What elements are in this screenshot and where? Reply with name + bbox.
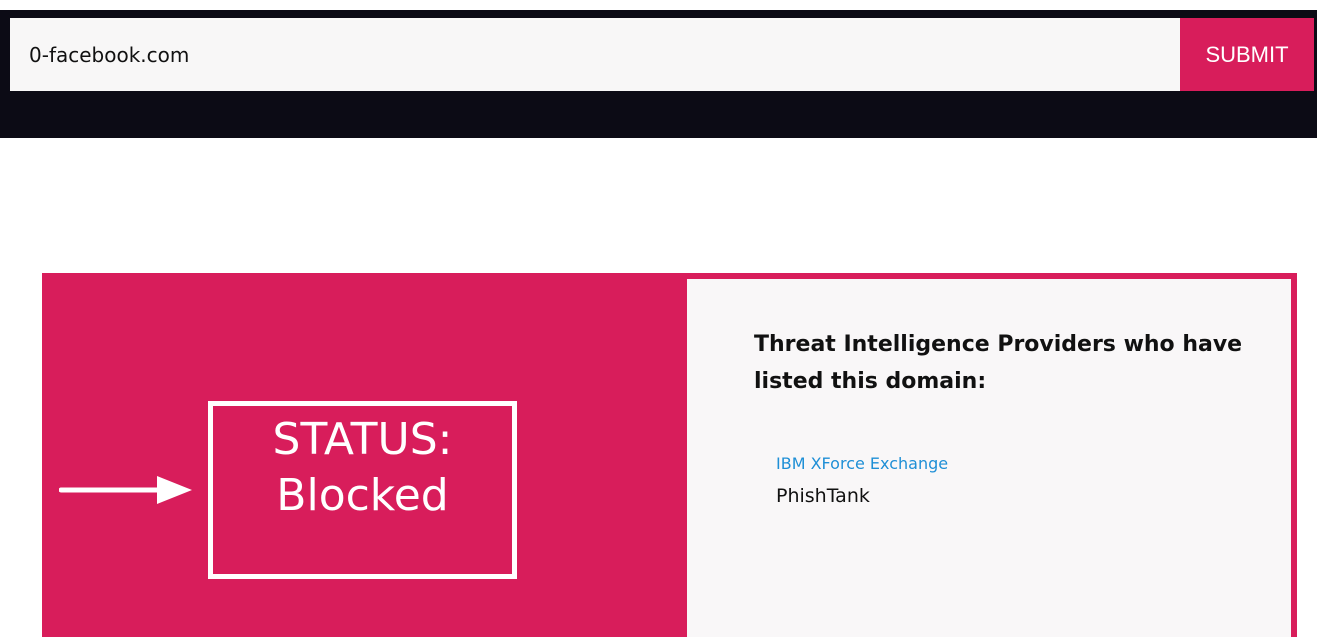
arrow-right-icon <box>59 476 192 504</box>
status-box: STATUS: Blocked <box>208 401 517 579</box>
domain-search-input[interactable] <box>10 18 1180 91</box>
providers-heading: Threat Intelligence Providers who have l… <box>754 332 1243 394</box>
list-item: PhishTank <box>776 479 948 513</box>
submit-button[interactable]: SUBMIT <box>1180 18 1314 91</box>
provider-list: IBM XForce Exchange PhishTank <box>776 449 948 513</box>
list-item: IBM XForce Exchange <box>776 449 948 479</box>
provider-phishtank: PhishTank <box>776 485 870 507</box>
status-panel: STATUS: Blocked <box>42 273 687 637</box>
result-card: STATUS: Blocked Threat Intelligence Prov… <box>42 273 1297 637</box>
status-value: Blocked <box>276 470 449 521</box>
providers-panel: Threat Intelligence Providers who have l… <box>687 279 1291 637</box>
search-bar: SUBMIT <box>0 10 1317 138</box>
status-label: STATUS: <box>272 414 453 465</box>
provider-link-ibm-xforce[interactable]: IBM XForce Exchange <box>776 449 948 479</box>
